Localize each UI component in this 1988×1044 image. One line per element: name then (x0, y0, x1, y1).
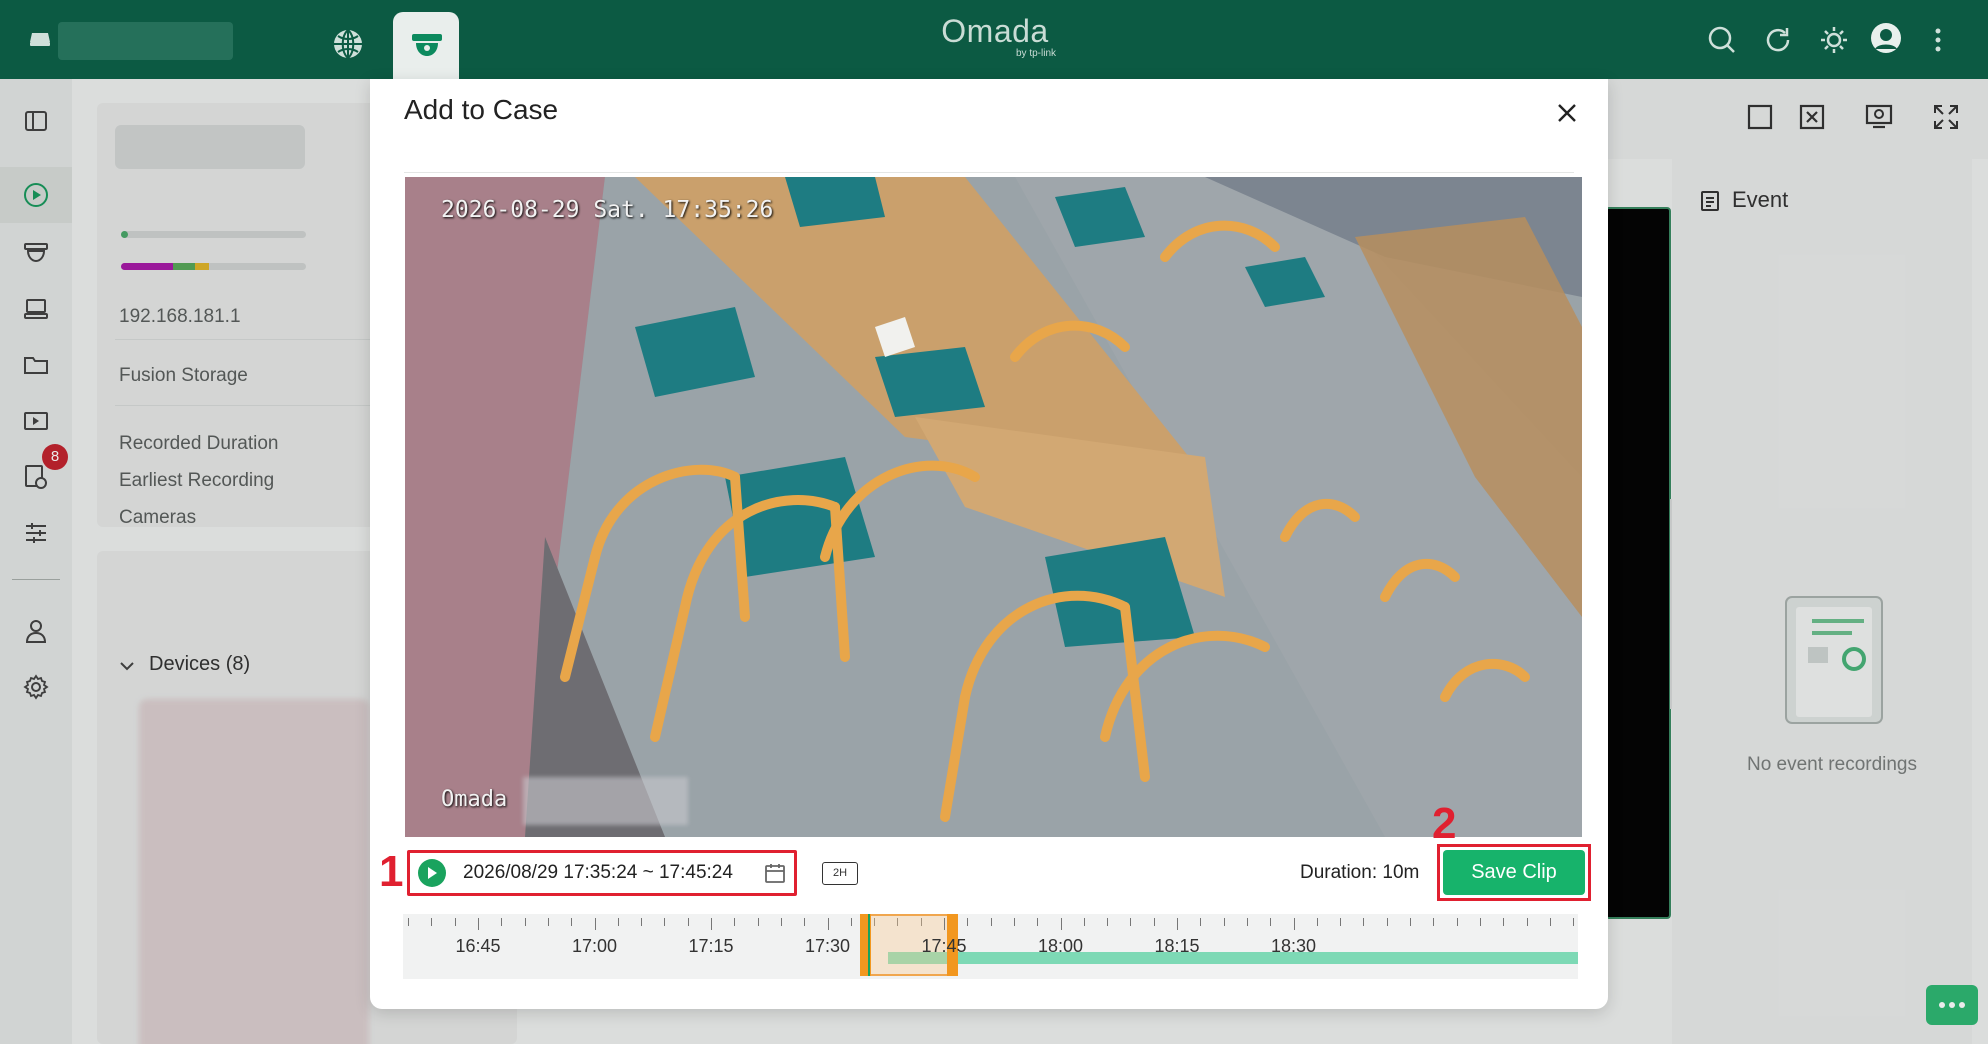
timeline-minor-tick (1013, 918, 1015, 926)
time-range-selector[interactable]: 2026/08/29 17:35:24 ~ 17:45:24 (407, 850, 797, 896)
timeline-minor-tick (804, 918, 806, 926)
search-icon[interactable] (1704, 22, 1740, 58)
timeline-minor-tick (1526, 918, 1528, 926)
dialog-title: Add to Case (404, 94, 559, 125)
timeline-minor-tick (1363, 918, 1365, 926)
timeline[interactable]: 16:45 17:00 17:15 17:30 17:45 18:00 18:15 18:30 (403, 914, 1578, 979)
recording-segment (888, 952, 1578, 964)
timeline-minor-tick (1410, 918, 1411, 926)
theme-sun-icon[interactable] (1816, 22, 1852, 58)
timeline-minor-tick (1037, 918, 1039, 926)
timeline-minor-tick (1386, 918, 1388, 926)
site-name-blurred[interactable] (58, 22, 233, 60)
timeline-minor-tick (1200, 918, 1202, 926)
timeline-minor-tick (431, 918, 433, 926)
timeline-minor-tick (501, 918, 503, 926)
timeline-tick (594, 918, 596, 930)
timeline-minor-tick (734, 918, 736, 926)
timeline-minor-tick (1549, 918, 1551, 926)
timeline-minor-tick (524, 918, 526, 926)
timeline-tick (827, 918, 829, 930)
calendar-icon[interactable] (764, 862, 786, 889)
omada-logo: Omada by tp-link (941, 13, 1056, 59)
duration-text: Duration: 10m (1300, 862, 1420, 883)
video-preview[interactable]: 2026-08-29 Sat. 17:35:26 Omada (405, 177, 1582, 837)
timeline-minor-tick (1433, 918, 1435, 926)
timeline-minor-tick (617, 918, 619, 926)
timeline-minor-tick (1573, 918, 1575, 926)
timeline-minor-tick (408, 918, 410, 926)
video-osd-brand: Omada (441, 787, 508, 812)
timeline-minor-tick (780, 918, 782, 926)
timeline-minor-tick (1479, 918, 1481, 926)
timeline-tick (478, 918, 479, 930)
timeline-minor-tick (547, 918, 549, 926)
timeline-minor-tick (1503, 918, 1505, 926)
timeline-minor-tick (990, 918, 992, 926)
add-to-case-dialog: Add to Case 2026-08-29 Sat. 17:35:26 Oma… (370, 79, 1608, 1009)
globe-icon[interactable] (330, 26, 366, 62)
video-osd-timestamp: 2026-08-29 Sat. 17:35:26 (441, 197, 774, 223)
timeline-label: 17:00 (571, 936, 618, 956)
user-avatar[interactable] (1868, 20, 1904, 56)
timeline-minor-tick (967, 918, 969, 926)
zoom-level-button[interactable]: 2H (822, 862, 858, 885)
timeline-minor-tick (1340, 918, 1342, 926)
annotation-marker-2: 2 (1432, 799, 1457, 848)
timeline-minor-tick (1107, 918, 1109, 926)
surveillance-tab[interactable] (393, 12, 459, 79)
timeline-label: 18:30 (1270, 936, 1317, 956)
camera-scene (405, 177, 1582, 837)
save-clip-button[interactable]: Save Clip (1443, 850, 1585, 895)
timeline-tick (1177, 918, 1178, 930)
timeline-minor-tick (1270, 918, 1272, 926)
timeline-label: 16:45 (455, 936, 501, 956)
camera-dome-icon (411, 32, 443, 65)
timeline-tick (711, 918, 712, 930)
save-clip-highlight: Save Clip (1437, 844, 1591, 901)
timeline-tick (1293, 918, 1295, 930)
camera-name-blurred (523, 777, 688, 825)
timeline-minor-tick (1223, 918, 1225, 926)
timeline-minor-tick (454, 918, 456, 926)
timeline-minor-tick (571, 918, 573, 926)
timeline-minor-tick (1083, 918, 1085, 926)
timeline-minor-tick (1246, 918, 1248, 926)
timeline-minor-tick (850, 918, 852, 926)
timeline-label: 18:00 (1037, 936, 1084, 956)
timeline-label: 17:30 (804, 936, 851, 956)
timeline-minor-tick (1153, 918, 1155, 926)
timeline-minor-tick (1316, 918, 1318, 926)
timeline-label: 17:45 (921, 936, 967, 956)
playhead[interactable] (868, 914, 870, 976)
close-icon[interactable] (1551, 97, 1583, 129)
time-range-text[interactable]: 2026/08/29 17:35:24 ~ 17:45:24 (463, 862, 733, 884)
timeline-minor-tick (1456, 918, 1458, 926)
timeline-tick (1060, 918, 1062, 930)
nvr-device-icon[interactable] (26, 28, 54, 50)
timeline-minor-tick (664, 918, 666, 926)
timeline-minor-tick (757, 918, 759, 926)
timeline-minor-tick (1130, 918, 1132, 926)
timeline-label: 18:15 (1154, 936, 1200, 956)
timeline-label: 17:15 (688, 936, 734, 956)
refresh-icon[interactable] (1760, 22, 1796, 58)
play-icon[interactable] (418, 859, 446, 887)
more-vertical-icon[interactable] (1926, 22, 1950, 58)
divider (404, 172, 1574, 173)
clip-controls: 1 2026/08/29 17:35:24 ~ 17:45:24 2H Dura… (370, 799, 1608, 1009)
top-bar: Omada by tp-link (0, 0, 1988, 79)
annotation-marker-1: 1 (379, 847, 404, 896)
timeline-tick (944, 918, 945, 930)
timeline-minor-tick (687, 918, 689, 926)
timeline-minor-tick (641, 918, 643, 926)
